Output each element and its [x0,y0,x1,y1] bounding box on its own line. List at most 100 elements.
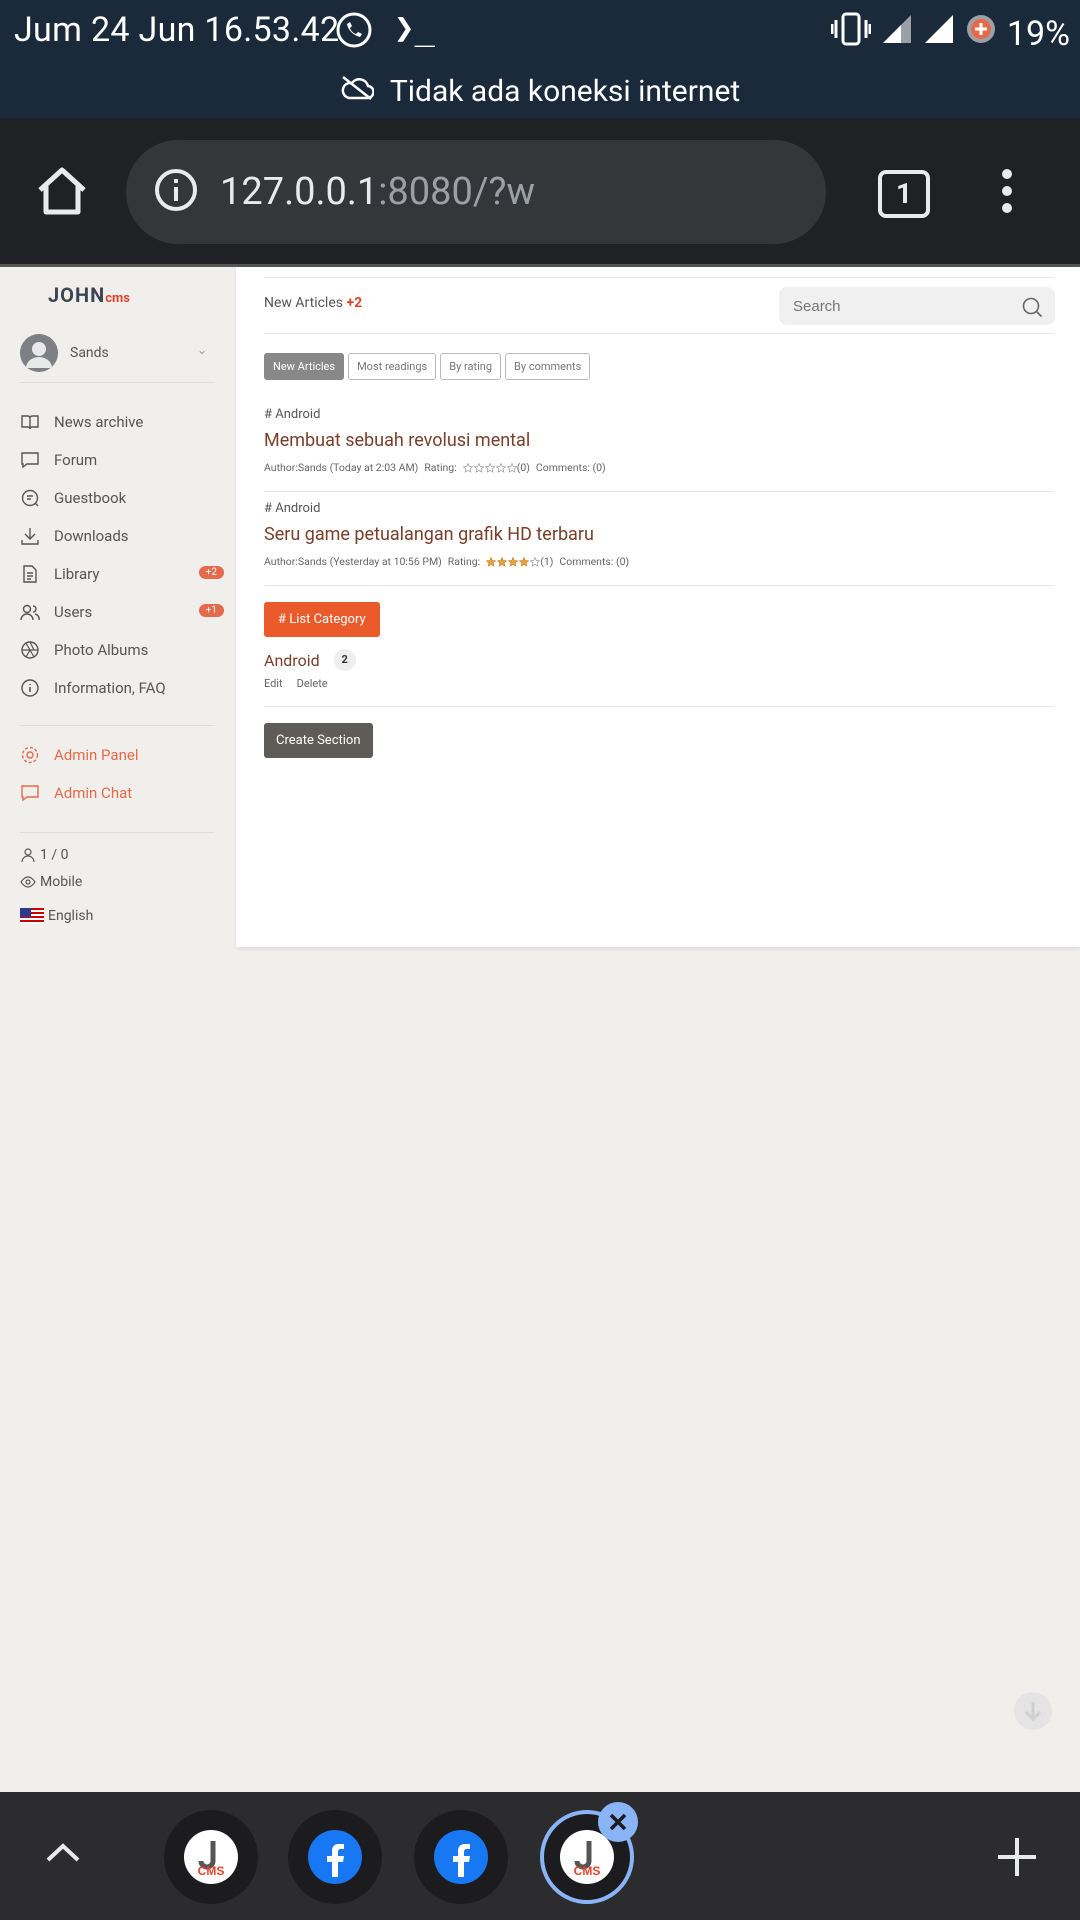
tab-new-articles[interactable]: New Articles [264,353,345,380]
facebook-icon [434,1830,488,1884]
divider [264,333,1054,334]
home-icon[interactable] [36,166,88,220]
tab-johncms[interactable]: CMS [164,1810,258,1904]
create-section-button[interactable]: Create Section [264,723,373,758]
admin-nav: Admin Panel Admin Chat [20,736,220,812]
info-icon [21,679,39,697]
rating-count: (0) [516,461,530,474]
rating-count: (1) [540,555,554,568]
sidebar-item-label: Admin Chat [54,784,133,802]
cloud-off-icon [340,74,375,109]
download-icon [21,528,39,545]
sidebar-item-users[interactable]: Users +1 [20,593,224,631]
sidebar-item-label: Photo Albums [54,641,149,659]
johncms-favicon-icon: CMS [184,1830,238,1884]
article-category[interactable]: # Android [264,501,1054,516]
article-meta: Author:Sands (Yesterday at 10:56 PM) Rat… [264,555,1054,568]
divider [264,277,1054,278]
sidebar-item-admin-chat[interactable]: Admin Chat [20,774,220,812]
scroll-down-button[interactable] [1014,1692,1052,1730]
online-counter[interactable]: 1 / 0 [20,847,68,863]
sidebar-item-library[interactable]: Library +2 [20,555,224,593]
info-icon[interactable] [154,168,198,216]
address-bar[interactable]: 127.0.0.1:8080/?w [126,140,826,244]
rating-stars [462,462,517,473]
url-text: 127.0.0.1:8080/?w [220,170,535,214]
article-comments[interactable]: Comments: (0) [536,461,606,474]
article-item: # Android Seru game petualangan grafik H… [264,501,1054,568]
tab-by-comments[interactable]: By comments [505,353,591,380]
article-author: Author:Sands (Yesterday at 10:56 PM) [264,555,442,568]
arrow-down-icon [1024,1702,1042,1722]
whatsapp-icon [334,10,374,54]
sidebar-item-admin-panel[interactable]: Admin Panel [20,736,220,774]
main-content: New Articles +2 New Articles Most readin… [236,267,1080,947]
status-time: Jum 24 Jun 16.53.42 [14,10,340,50]
category-row: Android 2 [264,649,356,671]
search-input[interactable] [791,296,1005,316]
svg-text:CMS: CMS [198,1864,225,1878]
sidebar-item-label: Guestbook [54,489,127,507]
view-mode[interactable]: Mobile [20,874,82,890]
tab-switcher-button[interactable]: 1 [878,170,930,218]
search-icon[interactable] [1021,296,1043,322]
article-author: Author:Sands (Today at 2:03 AM) [264,461,419,474]
book-icon [21,415,39,430]
offline-banner: Tidak ada koneksi internet [0,64,1080,118]
bottom-tab-bar: CMS CMS [0,1792,1080,1920]
chevron-down-icon: ⌄ [196,343,207,357]
delete-link[interactable]: Delete [297,677,328,690]
battery-saver-icon [965,13,997,54]
divider [264,491,1054,492]
rating-label: Rating: [424,461,457,474]
terminal-icon: ❯_ [394,8,435,48]
sidebar-item-label: Library [54,565,100,583]
article-category[interactable]: # Android [264,407,1054,422]
language-label: English [48,908,94,924]
article-title[interactable]: Seru game petualangan grafik HD terbaru [264,524,1054,545]
sidebar-item-label: Forum [54,451,98,469]
new-tab-plus-icon[interactable] [996,1836,1038,1882]
sidebar-item-guestbook[interactable]: Guestbook [20,479,220,517]
eye-icon [20,876,36,888]
signal-icon-2 [923,13,955,54]
close-icon [609,1813,627,1831]
sidebar-item-news-archive[interactable]: News archive [20,403,220,441]
rating-label: Rating: [447,555,481,568]
article-title[interactable]: Membuat sebuah revolusi mental [264,430,1054,451]
more-menu-icon[interactable] [1000,168,1014,218]
user-name: Sands [70,345,109,361]
chat-icon [21,785,39,802]
star-icon [486,556,497,567]
category-name[interactable]: Android [264,651,320,670]
sidebar-item-photo-albums[interactable]: Photo Albums [20,631,220,669]
sidebar-divider [20,382,215,383]
tab-facebook[interactable] [288,1810,382,1904]
language-selector[interactable]: English [20,908,93,924]
web-page: JOHNcms Sands ⌄ News archive Forum Guest… [0,267,1080,1792]
chevron-up-icon[interactable] [44,1840,82,1868]
list-category-button[interactable]: # List Category [264,602,380,637]
star-icon [473,462,484,473]
online-count: 1 / 0 [40,847,69,863]
sidebar-item-downloads[interactable]: Downloads [20,517,220,555]
close-tab-button[interactable] [598,1802,638,1842]
tab-facebook[interactable] [414,1810,508,1904]
sidebar-item-label: News archive [54,413,144,431]
category-count: 2 [333,649,356,671]
browser-toolbar: 127.0.0.1:8080/?w 1 [0,118,1080,264]
users-badge: +1 [198,604,224,617]
star-icon [484,462,495,473]
johncms-logo[interactable]: JOHNcms [48,283,130,307]
edit-link[interactable]: Edit [264,677,283,690]
offline-text: Tidak ada koneksi internet [389,73,741,109]
sidebar: JOHNcms Sands ⌄ News archive Forum Guest… [0,267,236,947]
new-articles-header[interactable]: New Articles +2 [264,295,362,311]
tab-by-rating[interactable]: By rating [440,353,502,380]
tab-most-readings[interactable]: Most readings [348,353,437,380]
sidebar-item-forum[interactable]: Forum [20,441,220,479]
battery-level: 19% [1006,13,1070,54]
user-menu[interactable]: Sands ⌄ [20,333,215,373]
article-comments[interactable]: Comments: (0) [559,555,629,568]
sidebar-item-information[interactable]: Information, FAQ [20,669,220,707]
